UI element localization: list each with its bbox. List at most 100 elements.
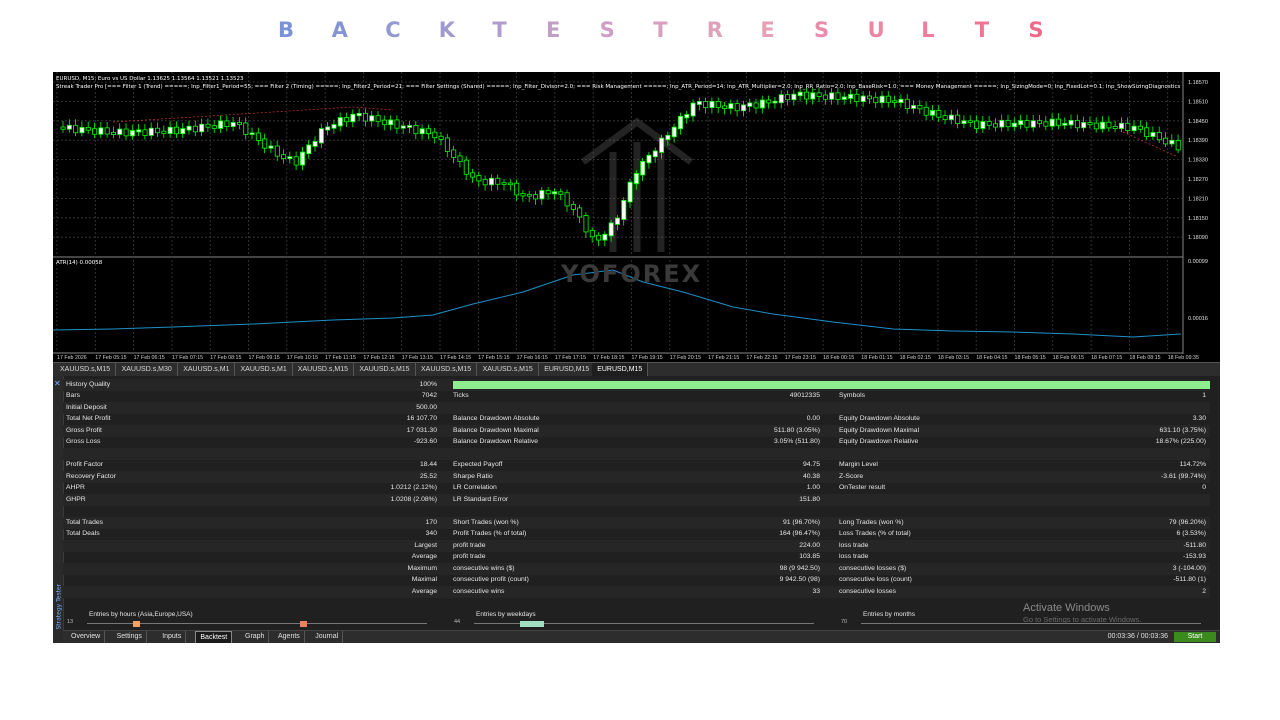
report-cell: 40.38 — [802, 472, 820, 480]
candle — [917, 105, 923, 110]
start-button[interactable]: Start — [1174, 632, 1216, 642]
price-chart: 17 Feb 2026 17 Feb 05:15 17 Feb 06:15 17 Fe… — [53, 72, 1220, 362]
price-label: 1.18210 — [1188, 196, 1208, 202]
candle — [785, 94, 791, 101]
time-label: 17 Feb 13:15 — [402, 355, 433, 361]
time-label: 17 Feb 09:15 — [249, 355, 280, 361]
price-label: 1.18450 — [1188, 119, 1208, 125]
candle — [867, 95, 873, 100]
entries-bar — [133, 621, 140, 627]
tester-tab-overview[interactable]: Overview — [67, 631, 106, 643]
report-cell: Initial Deposit — [66, 403, 107, 411]
report-cell: 98 (9 942.50) — [779, 564, 820, 572]
candle — [1037, 120, 1043, 124]
time-label: 17 Feb 07:15 — [172, 355, 203, 361]
symbol-tab[interactable]: XAUUSD.s,M15 — [354, 363, 416, 376]
candle — [722, 105, 728, 109]
tester-tab-journal[interactable]: Journal — [311, 631, 344, 643]
banner-letter: A — [331, 18, 348, 42]
time-label: 17 Feb 17:15 — [555, 355, 586, 361]
candle — [419, 128, 425, 135]
close-icon[interactable]: ✕ — [54, 379, 61, 388]
watermark-text: YOFOREX — [561, 260, 703, 288]
candle — [174, 126, 180, 135]
candle — [98, 127, 104, 135]
banner-letter: L — [921, 18, 935, 42]
tester-tab-agents[interactable]: Agents — [274, 631, 305, 643]
candle — [583, 215, 589, 233]
candle — [753, 102, 759, 109]
tester-tab-backtest[interactable]: Backtest — [195, 631, 233, 643]
report-cell: 3.05% (511.80) — [774, 438, 820, 445]
candle — [470, 172, 476, 178]
strategy-tester-label: Strategy Tester — [55, 583, 63, 630]
candle — [1062, 122, 1068, 126]
report-cell: 224.00 — [799, 541, 820, 549]
candle — [394, 119, 400, 129]
candle — [608, 222, 614, 237]
symbol-tab[interactable]: XAUUSD.s,M1 — [236, 363, 293, 376]
report-cell: Maximum — [407, 564, 437, 572]
candle — [942, 115, 948, 121]
candle — [665, 134, 671, 141]
history-quality-row: History Quality 100% — [63, 379, 1210, 391]
report-cell: Expected Payoff — [453, 461, 503, 468]
report-cell: Balance Drawdown Relative — [453, 438, 539, 445]
report-row: Bars 7042 Ticks 49012335 Symbols 1 — [63, 391, 1210, 403]
banner-letter: S — [599, 18, 615, 42]
candle — [873, 96, 879, 104]
symbol-tab[interactable]: EURUSD,M15 — [539, 363, 596, 376]
tester-tab-settings[interactable]: Settings — [113, 631, 147, 643]
report-row — [63, 506, 1210, 518]
candle — [463, 159, 469, 175]
symbol-tab[interactable]: XAUUSD.s,M15 — [293, 363, 354, 376]
symbol-tab[interactable]: XAUUSD.s,M1 — [178, 363, 236, 376]
report-cell: Loss Trades (% of total) — [839, 530, 911, 537]
candle — [684, 114, 690, 119]
tester-tab-graph[interactable]: Graph — [241, 631, 270, 643]
symbol-tab[interactable]: EURUSD,M15 — [592, 363, 649, 376]
report-cell: Profit Trades (% of total) — [453, 530, 527, 537]
candle — [262, 138, 268, 149]
price-label: 1.18570 — [1188, 80, 1208, 86]
banner-letter: K — [438, 18, 456, 42]
candle — [728, 103, 734, 109]
price-label: 1.18510 — [1188, 99, 1208, 105]
candle — [381, 119, 387, 126]
candle — [646, 154, 652, 164]
candle — [1125, 122, 1131, 132]
report-cell: AHPR — [66, 484, 85, 491]
symbol-tab[interactable]: XAUUSD.s,M15 — [478, 363, 539, 376]
candle — [432, 131, 438, 139]
candle — [148, 127, 154, 136]
report-row: Average profit trade 103.85 loss trade -153.… — [63, 552, 1210, 564]
symbol-tab[interactable]: XAUUSD.s,M15 — [416, 363, 478, 376]
tester-tab-inputs[interactable]: Inputs — [158, 631, 187, 643]
candle — [993, 123, 999, 128]
candle — [1018, 120, 1024, 126]
candle — [627, 181, 633, 203]
report-cell: Total Trades — [66, 518, 104, 526]
history-quality-value: 100% — [419, 380, 437, 388]
candle — [923, 106, 929, 116]
report-cell: Largest — [414, 541, 437, 549]
candle — [211, 125, 217, 129]
candle — [1081, 122, 1087, 129]
tester-tabs: 00:03:36 / 00:03:36 Start Overview Settin… — [63, 630, 1220, 643]
candle — [331, 124, 337, 129]
symbol-tab[interactable]: XAUUSD.s,M15 — [55, 363, 117, 376]
candle — [325, 126, 331, 131]
candle — [999, 119, 1005, 128]
candle — [1106, 121, 1112, 129]
atr-indicator-label: ATR(14) 0.00058 — [56, 260, 103, 266]
price-label: 1.18330 — [1188, 158, 1208, 164]
candle — [1175, 139, 1181, 151]
entries-bar — [300, 621, 307, 627]
banner-letter: T — [974, 18, 990, 42]
candle — [1112, 125, 1118, 129]
candle — [236, 122, 242, 125]
time-label: 18 Feb 02:15 — [900, 355, 931, 361]
report-cell: Balance Drawdown Absolute — [453, 415, 540, 422]
symbol-tab[interactable]: XAUUSD.s,M30 — [117, 363, 178, 376]
candle — [841, 96, 847, 100]
